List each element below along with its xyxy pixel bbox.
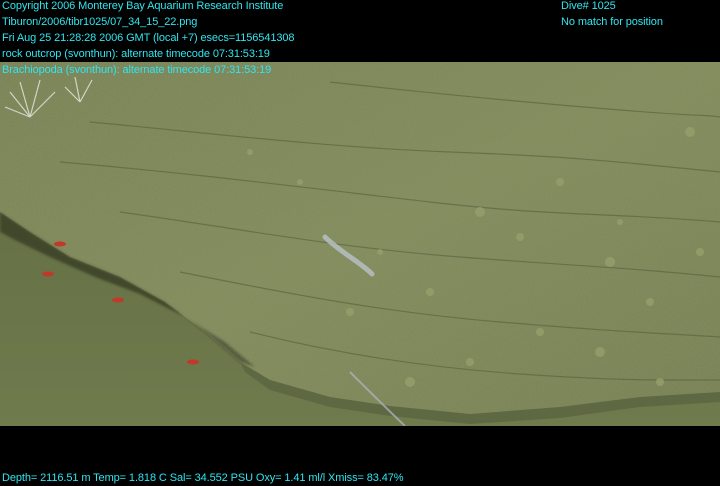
copyright-text: Copyright 2006 Monterey Bay Aquarium Res… xyxy=(2,0,284,12)
overlay-top-right: Dive# 1025 No match for position xyxy=(561,0,663,32)
position-status-text: No match for position xyxy=(561,16,663,28)
overlay-top-left: Copyright 2006 Monterey Bay Aquarium Res… xyxy=(2,0,295,80)
annotation-brachiopoda: Brachiopoda (svonthun): alternate timeco… xyxy=(2,64,272,76)
dive-number-text: Dive# 1025 xyxy=(561,0,616,12)
video-frame: Copyright 2006 Monterey Bay Aquarium Res… xyxy=(0,0,720,486)
image-path-text: Tiburon/2006/tibr1025/07_34_15_22.png xyxy=(2,16,198,28)
telemetry-text: Depth= 2116.51 m Temp= 1.818 C Sal= 34.5… xyxy=(2,472,404,484)
annotation-rock-outcrop: rock outcrop (svonthun): alternate timec… xyxy=(2,48,270,60)
timestamp-text: Fri Aug 25 21:28:28 2006 GMT (local +7) … xyxy=(2,32,295,44)
seafloor-image xyxy=(0,62,720,426)
